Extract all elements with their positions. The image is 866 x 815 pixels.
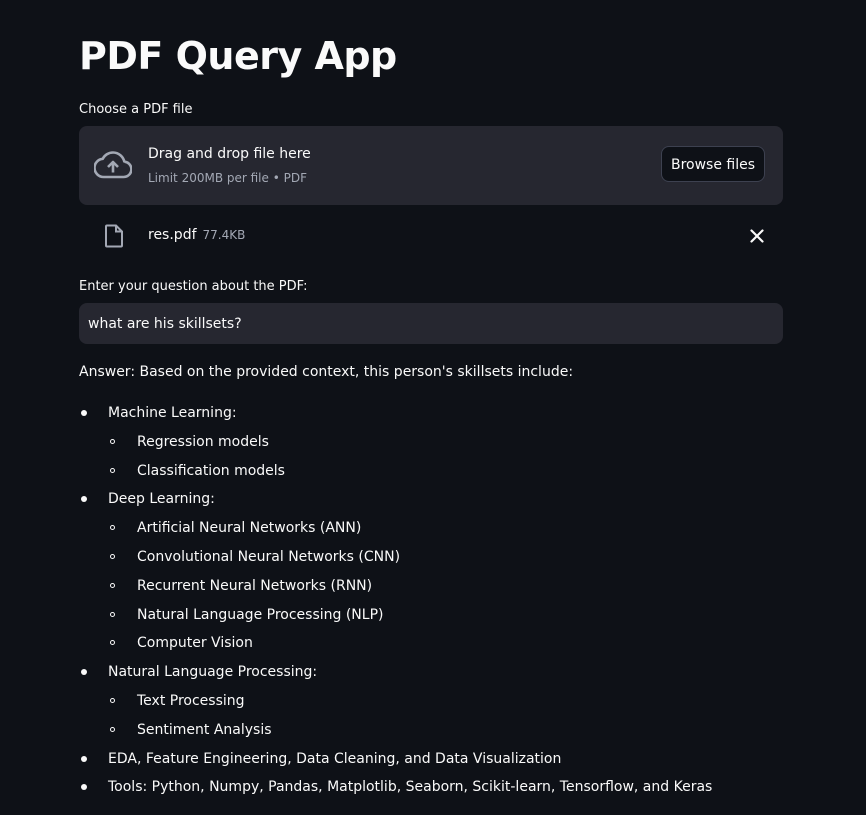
answer-list-item: Machine Learning: (108, 405, 237, 421)
answer-sub-list-item: Classification models (137, 462, 285, 479)
bullet-circle-icon (110, 525, 115, 531)
cloud-upload-icon (94, 151, 132, 179)
file-size: 77.4KB (202, 228, 246, 242)
answer-list-item: EDA, Feature Engineering, Data Cleaning,… (108, 750, 562, 767)
dropzone-instructions: Drag and drop file here (148, 146, 311, 162)
answer-list-item: Natural Language Processing: (108, 664, 318, 681)
answer-list-item: Deep Learning: (108, 491, 215, 508)
answer-intro: Answer: Based on the provided context, t… (79, 364, 574, 380)
bullet-circle-icon (110, 467, 115, 473)
bullet-disc-icon (81, 784, 87, 791)
close-icon[interactable] (747, 226, 767, 246)
browse-files-button[interactable]: Browse files (661, 146, 765, 182)
bullet-circle-icon (110, 611, 115, 617)
bullet-disc-icon (81, 755, 87, 762)
file-name-text: res.pdf (148, 227, 197, 243)
dropzone-limit-text: Limit 200MB per file • PDF (148, 171, 307, 185)
answer-sub-list-item: Recurrent Neural Networks (RNN) (137, 577, 373, 594)
answer-sub-list-item: Text Processing (137, 693, 245, 709)
bullet-circle-icon (110, 726, 115, 732)
page-title: PDF Query App (79, 34, 397, 78)
file-uploader-label: Choose a PDF file (79, 102, 193, 117)
bullet-circle-icon (110, 438, 115, 444)
answer-sub-list-item: Convolutional Neural Networks (CNN) (137, 549, 401, 565)
answer-sub-list-item: Sentiment Analysis (137, 721, 272, 738)
question-input-label: Enter your question about the PDF: (79, 279, 308, 294)
uploaded-file-name: res.pdf 77.4KB (148, 225, 245, 245)
question-input[interactable] (79, 303, 783, 344)
file-dropzone[interactable]: Drag and drop file here Limit 200MB per … (79, 126, 783, 205)
uploaded-file-row: res.pdf 77.4KB (79, 216, 783, 256)
answer-sub-list-item: Artificial Neural Networks (ANN) (137, 520, 362, 537)
file-icon (105, 224, 123, 248)
bullet-circle-icon (110, 640, 115, 646)
answer-sub-list-item: Regression models (137, 433, 269, 450)
bullet-circle-icon (110, 698, 115, 703)
bullet-circle-icon (110, 554, 115, 559)
bullet-disc-icon (81, 410, 87, 416)
bullet-disc-icon (81, 496, 87, 503)
answer-list-item: Tools: Python, Numpy, Pandas, Matplotlib… (108, 779, 713, 796)
bullet-circle-icon (110, 582, 115, 588)
answer-sub-list-item: Natural Language Processing (NLP) (137, 606, 384, 623)
answer-list: Machine Learning: Regression models Classi… (79, 0, 783, 815)
answer-sub-list-item: Computer Vision (137, 635, 253, 652)
bullet-disc-icon (81, 669, 87, 676)
